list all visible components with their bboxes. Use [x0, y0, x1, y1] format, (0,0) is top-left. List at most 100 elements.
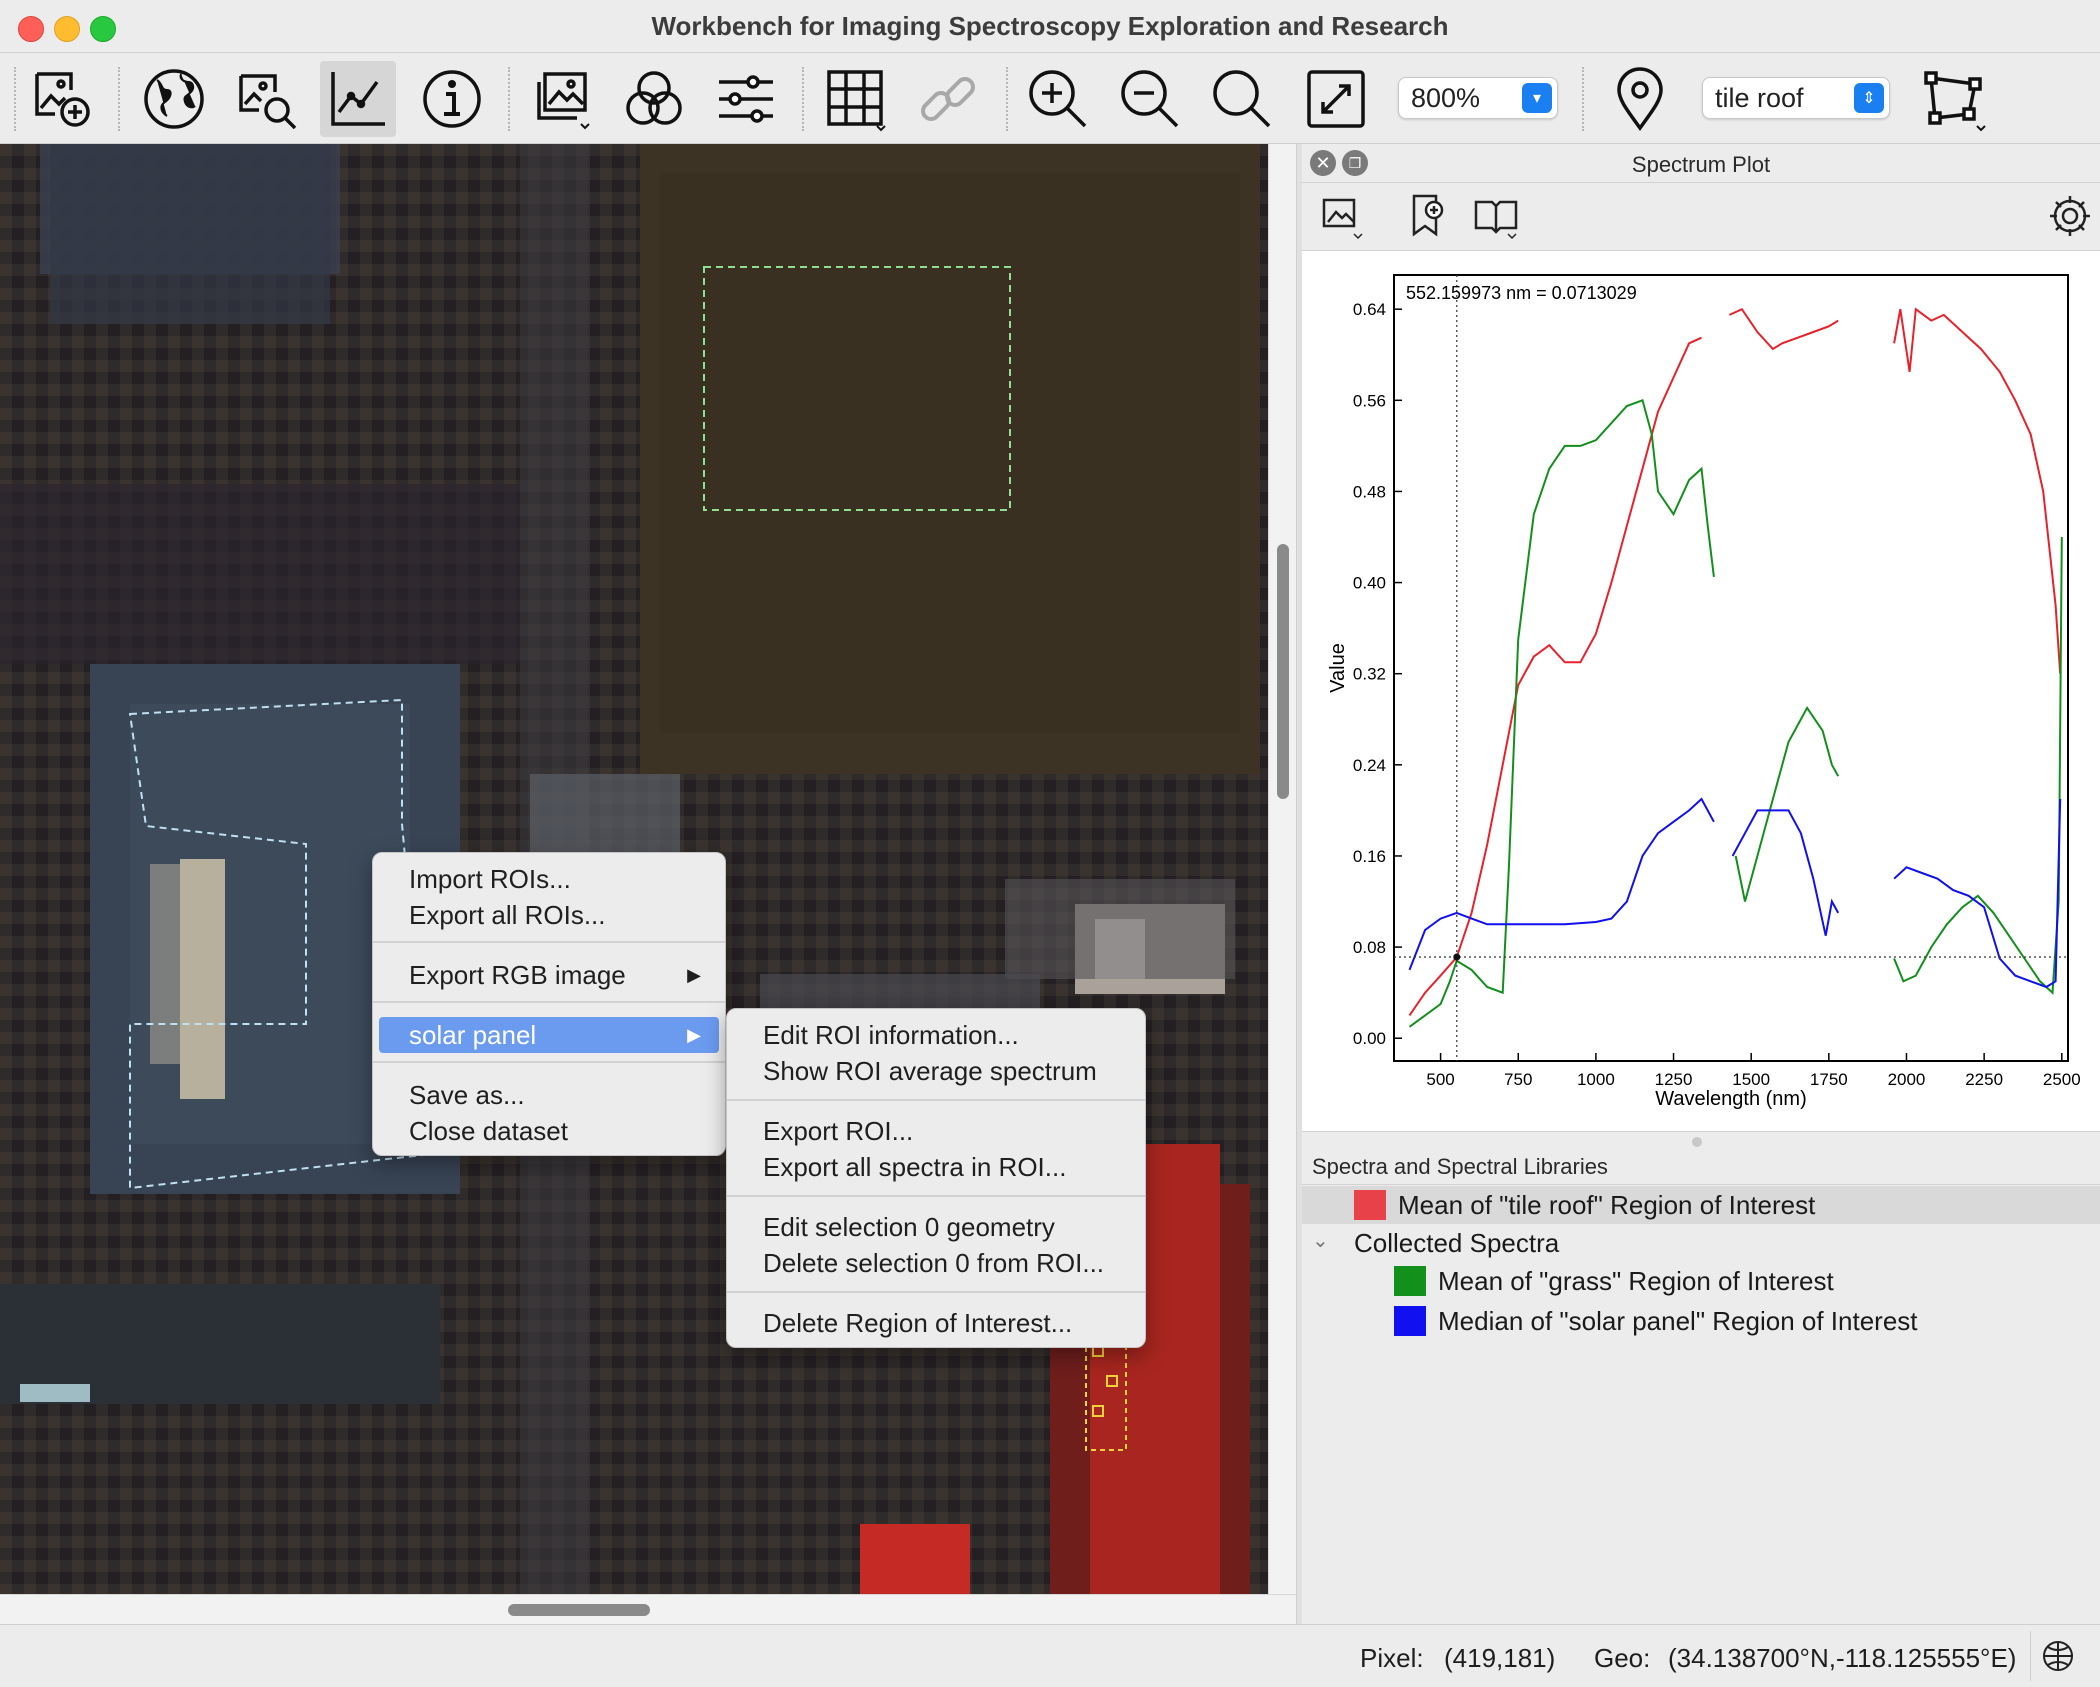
list-item-tile-roof[interactable]: Mean of "tile roof" Region of Interest [1302, 1186, 2100, 1224]
image-chart-icon [1322, 198, 1363, 240]
chevron-down-icon: ▾ [1522, 83, 1552, 113]
series-line-2 [1408, 797, 1715, 971]
submenu-item-delete-selection[interactable]: Delete selection 0 from ROI... [727, 1245, 1145, 1281]
y-tick-label: 0.08 [1353, 938, 1386, 957]
adjust-stretch-button[interactable] [708, 61, 784, 137]
updown-chevron-icon: ⇕ [1854, 83, 1884, 113]
globe-icon [144, 69, 204, 129]
zoom-in-button[interactable] [1020, 61, 1096, 137]
submenu-item-delete-roi[interactable]: Delete Region of Interest... [727, 1305, 1145, 1341]
spectrum-plot-area[interactable]: 500 750 1000 1250 1500 1750 2000 2250 2500 0.00 0.… [1302, 250, 2100, 1132]
roi-select[interactable]: tile roof ⇕ [1702, 77, 1890, 119]
color-swatch[interactable] [1394, 1306, 1426, 1336]
chevron-down-icon[interactable]: ⌄ [1312, 1228, 1329, 1253]
y-tick-label: 0.40 [1353, 574, 1386, 593]
y-tick-label: 0.00 [1353, 1029, 1386, 1048]
basemap-button[interactable] [136, 61, 212, 137]
link-views-button[interactable] [910, 61, 986, 137]
menu-item-save-as[interactable]: Save as... [373, 1077, 725, 1113]
x-axis-label: Wavelength (nm) [1655, 1088, 1807, 1110]
image-vertical-scrollbar[interactable] [1268, 144, 1297, 1594]
image-horizontal-scrollbar[interactable] [0, 1594, 1296, 1625]
toolbar-separator [802, 67, 804, 131]
spectrum-panel-titlebar: ✕ ❐ Spectrum Plot [1302, 144, 2100, 183]
splitter-handle[interactable] [1692, 1137, 1702, 1147]
menu-item-export-all-rois[interactable]: Export all ROIs... [373, 897, 725, 933]
zoom-select[interactable]: 800% ▾ [1398, 77, 1558, 119]
library-icon [1474, 200, 1518, 240]
menu-separator [373, 941, 725, 943]
link-icon [921, 77, 975, 121]
submenu-item-show-roi-average-spectrum[interactable]: Show ROI average spectrum [727, 1053, 1145, 1089]
series-line-2 [1893, 798, 2062, 989]
spectrum-panel-title: Spectrum Plot [1631, 152, 1771, 177]
zoom-in-icon [1029, 70, 1087, 128]
color-swatch[interactable] [1394, 1266, 1426, 1296]
main-toolbar: 800% ▾ tile roof ⇕ [0, 53, 2100, 144]
list-item-solar-panel[interactable]: Median of "solar panel" Region of Intere… [1302, 1302, 2100, 1340]
x-tick-label: 1500 [1732, 1070, 1770, 1089]
spectrum-plot-button[interactable] [320, 61, 396, 137]
fullscreen-button[interactable] [1298, 61, 1374, 137]
open-image-button[interactable] [24, 61, 100, 137]
submenu-item-export-roi[interactable]: Export ROI... [727, 1113, 1145, 1149]
zoom-fit-button[interactable] [1204, 61, 1280, 137]
gear-icon [2050, 196, 2090, 236]
info-icon [423, 70, 481, 128]
series-line-0 [1728, 307, 1839, 351]
cursor-point [1453, 953, 1461, 961]
grid-layout-button[interactable] [818, 61, 894, 137]
series-line-2 [1731, 809, 1840, 936]
pin-location-button[interactable] [1602, 61, 1678, 137]
zoom-out-button[interactable] [1112, 61, 1188, 137]
collect-spectrum-button[interactable] [1398, 186, 1458, 246]
bookmark-add-icon [1412, 194, 1444, 237]
info-button[interactable] [414, 61, 490, 137]
menu-item-import-rois[interactable]: Import ROIs... [373, 861, 725, 897]
color-swatch[interactable] [1354, 1190, 1386, 1220]
submenu-arrow-icon: ▶ [687, 1025, 701, 1045]
x-tick-label: 2500 [2043, 1070, 2081, 1089]
toolbar-separator [118, 67, 120, 131]
spectrum-panel: ✕ ❐ Spectrum Plot 500 750 1000 1250 1500 1750… [1302, 144, 2100, 1624]
submenu-item-export-all-spectra[interactable]: Export all spectra in ROI... [727, 1149, 1145, 1185]
collected-spectra-group[interactable]: ⌄ Collected Spectra [1302, 1224, 2100, 1262]
menu-item-close-dataset[interactable]: Close dataset [373, 1113, 725, 1149]
window-title: Workbench for Imaging Spectroscopy Explo… [651, 11, 1449, 41]
coordinate-system-button[interactable] [2030, 1631, 2085, 1681]
spectral-library-button[interactable] [1466, 186, 1526, 246]
expand-icon [1307, 70, 1365, 128]
x-tick-label: 2250 [1965, 1070, 2003, 1089]
series-line-0 [1893, 307, 2062, 674]
plot-raster-button[interactable] [1312, 186, 1372, 246]
roi-edit-button[interactable] [1916, 61, 1992, 137]
submenu-item-edit-selection-geometry[interactable]: Edit selection 0 geometry [727, 1209, 1145, 1245]
vertical-scroll-thumb[interactable] [1277, 544, 1289, 799]
magnifier-icon [1213, 70, 1271, 128]
menu-separator [727, 1099, 1145, 1101]
x-tick-label: 500 [1426, 1070, 1454, 1089]
plot-frame [1393, 274, 2069, 1062]
submenu-arrow-icon: ▶ [687, 965, 701, 985]
menu-item-export-rgb-image[interactable]: Export RGB image ▶ [373, 957, 725, 993]
image-search-button[interactable] [228, 61, 304, 137]
horizontal-scroll-thumb[interactable] [508, 1604, 650, 1616]
status-bar: Pixel: (419,181) Geo: (34.138700°N,-118.… [0, 1624, 2100, 1687]
menu-item-solar-panel[interactable]: solar panel ▶ [379, 1017, 719, 1053]
image-search-icon [239, 74, 297, 130]
menu-separator [373, 1061, 725, 1063]
toolbar-separator [1006, 67, 1008, 131]
geo-value: (34.138700°N,-118.125555°E) [1668, 1643, 2017, 1673]
spectrum-chart: 500 750 1000 1250 1500 1750 2000 2250 2500 0.00 0.… [1327, 274, 2081, 1110]
map-pin-icon [1617, 67, 1663, 131]
list-item-grass[interactable]: Mean of "grass" Region of Interest [1302, 1262, 2100, 1300]
line-chart-icon [331, 72, 385, 126]
x-tick-label: 1250 [1655, 1070, 1693, 1089]
globe-grid-icon [2043, 1641, 2073, 1671]
color-composite-button[interactable] [616, 61, 692, 137]
y-tick-label: 0.24 [1353, 756, 1386, 775]
series-line-1 [1408, 398, 1715, 1028]
plot-settings-button[interactable] [2040, 186, 2100, 246]
raster-view-button[interactable] [524, 61, 600, 137]
submenu-item-edit-roi-information[interactable]: Edit ROI information... [727, 1017, 1145, 1053]
